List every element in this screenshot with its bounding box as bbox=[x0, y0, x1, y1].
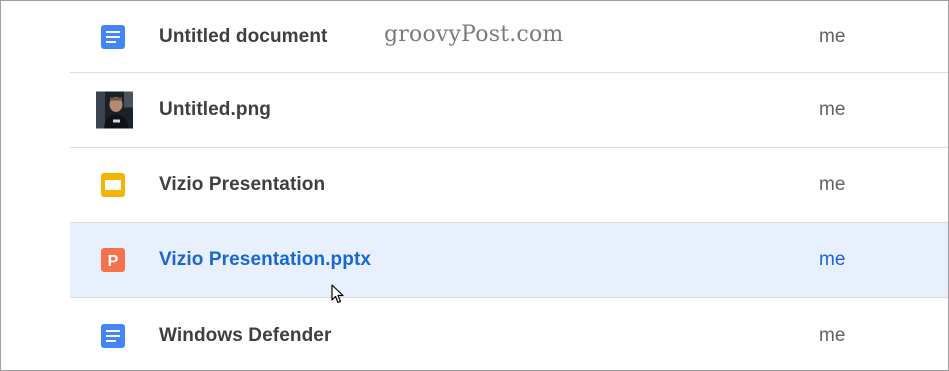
file-list: Untitled document me Untitled.png me Viz… bbox=[1, 1, 948, 370]
google-docs-icon bbox=[101, 24, 125, 49]
google-slides-icon bbox=[101, 173, 125, 197]
file-name[interactable]: Untitled document bbox=[159, 26, 327, 48]
file-row-untitled-png[interactable]: Untitled.png me bbox=[70, 73, 948, 148]
mouse-cursor-icon bbox=[331, 284, 345, 304]
file-row-vizio-presentation-pptx[interactable]: P Vizio Presentation.pptx me bbox=[70, 223, 948, 298]
watermark: groovyPost.com bbox=[384, 22, 564, 47]
powerpoint-icon-letter: P bbox=[108, 253, 119, 270]
file-owner: me bbox=[819, 25, 846, 47]
file-name[interactable]: Vizio Presentation.pptx bbox=[159, 249, 371, 271]
file-row-vizio-presentation[interactable]: Vizio Presentation me bbox=[70, 148, 948, 223]
file-owner: me bbox=[819, 324, 846, 346]
file-name[interactable]: Vizio Presentation bbox=[159, 174, 325, 196]
file-name[interactable]: Untitled.png bbox=[159, 99, 271, 121]
file-row-windows-defender[interactable]: Windows Defender me bbox=[70, 298, 948, 370]
file-name[interactable]: Windows Defender bbox=[159, 325, 331, 347]
google-docs-icon bbox=[101, 323, 125, 348]
powerpoint-icon: P bbox=[101, 248, 125, 272]
file-owner: me bbox=[819, 249, 846, 270]
file-owner: me bbox=[819, 174, 846, 195]
file-owner: me bbox=[819, 99, 846, 120]
drive-file-list-window: Untitled document me Untitled.png me Viz… bbox=[0, 0, 949, 371]
image-thumbnail-icon bbox=[96, 91, 133, 129]
